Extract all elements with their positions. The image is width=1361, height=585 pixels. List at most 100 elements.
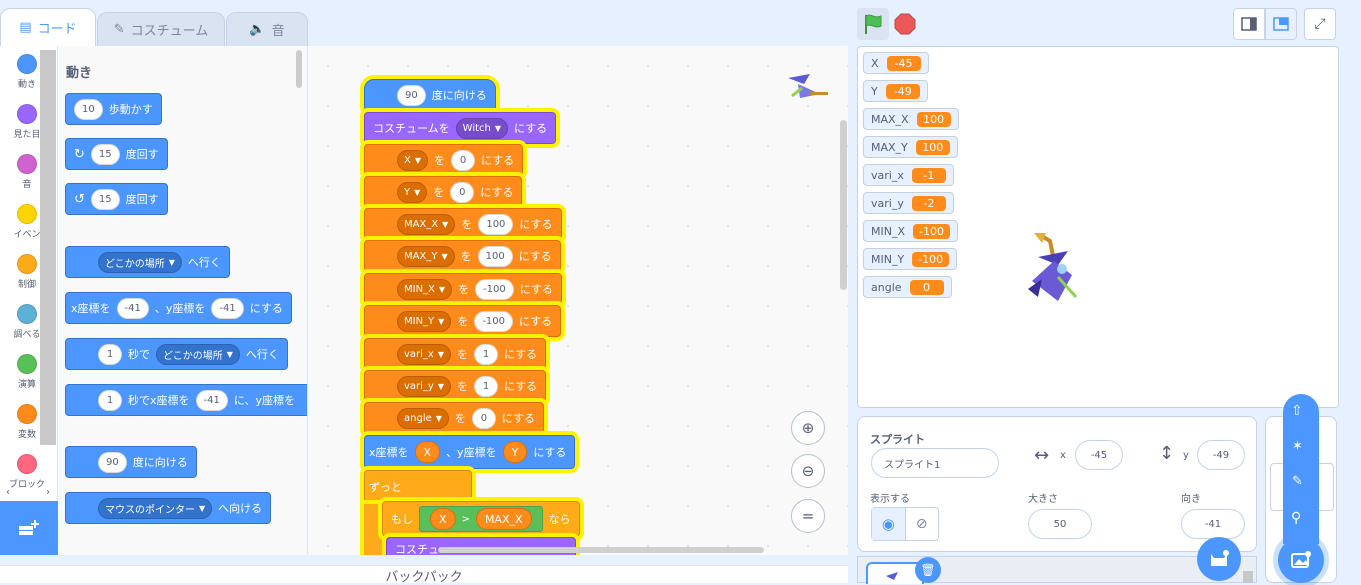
tab-sounds[interactable]: 🔈 音 — [226, 12, 308, 46]
block-point-towards[interactable]: マウスのポインター ▼ へ向ける — [65, 492, 272, 524]
zoom-reset-icon: = — [801, 507, 815, 525]
script-set-var[interactable]: angle ▼ を 0 にする — [364, 402, 545, 434]
sprite-info-heading: スプライト — [870, 433, 925, 446]
normal-stage-icon — [1273, 17, 1289, 31]
add-extension-button[interactable] — [0, 501, 58, 555]
rotate-left-icon: ↺ — [74, 191, 85, 207]
monitor-min-x[interactable]: MIN_X -100 — [863, 220, 958, 242]
script-set-var[interactable]: MAX_Y ▼ を 100 にする — [364, 240, 561, 272]
script-set-var[interactable]: vari_y ▼ を 1 にする — [364, 370, 547, 402]
choose-backdrop-button[interactable] — [1278, 537, 1324, 583]
block-point-direction[interactable]: 90 度に向ける — [65, 446, 197, 478]
brush-icon: ✎ — [113, 22, 125, 37]
script-set-var[interactable]: X ▼ を 0 にする — [364, 144, 524, 176]
block-goto[interactable]: どこかの場所 ▼ へ行く — [65, 246, 230, 278]
monitor-vari-x[interactable]: vari_x -1 — [863, 164, 954, 186]
block-turn-right[interactable]: ↻ 15 度回す — [65, 138, 168, 170]
code-horizontal-scrollbar[interactable] — [438, 547, 764, 553]
script-switch-costume[interactable]: コスチュームを Witch ▼ にする — [364, 112, 557, 144]
search-icon[interactable]: ⚲ — [1291, 510, 1301, 526]
surprise-icon[interactable]: ✶ — [1292, 439, 1303, 454]
category-scrollbar[interactable] — [40, 50, 56, 445]
sprite-list-scrollbar[interactable] — [1243, 571, 1253, 583]
block-goto-xy[interactable]: x座標を -41 、y座標を -41 にする — [65, 292, 292, 324]
tab-costumes[interactable]: ✎ コスチューム — [97, 12, 225, 46]
script-forever[interactable]: ずっと — [364, 470, 472, 504]
small-stage-icon — [1241, 17, 1257, 31]
script-set-var[interactable]: Y ▼ を 0 にする — [364, 176, 523, 208]
extension-icon — [19, 520, 39, 535]
monitor-vari-y[interactable]: vari_y -2 — [863, 192, 954, 214]
script-goto-xy[interactable]: x座標を X 、y座標を Y にする — [364, 435, 576, 469]
zoom-out-button[interactable]: ⊖ — [791, 454, 825, 488]
palette-heading: 動き — [66, 66, 93, 81]
chevron-right-icon: › — [46, 487, 50, 498]
block-move-steps[interactable]: 10 歩動かす — [65, 93, 162, 125]
category-myblocks[interactable]: ブロック — [0, 454, 54, 490]
eye-icon: ◉ — [881, 515, 895, 533]
paint-icon[interactable]: ✎ — [1292, 474, 1303, 489]
script-set-var[interactable]: vari_x ▼ を 1 にする — [364, 338, 547, 370]
chevron-left-icon: ‹ — [6, 487, 10, 498]
sprite-direction-input[interactable]: -41 — [1181, 509, 1245, 539]
monitor-max-x[interactable]: MAX_X 100 — [863, 108, 959, 130]
block-glide-xy[interactable]: 1 秒でx座標を -41 に、y座標を — [65, 384, 307, 416]
horizontal-arrows-icon: ↔ — [1034, 445, 1050, 466]
rotate-right-icon: ↻ — [74, 146, 85, 162]
trash-icon: 🗑 — [920, 563, 936, 577]
hide-button[interactable]: ⊘ — [906, 508, 939, 540]
normal-stage-button[interactable] — [1265, 8, 1297, 40]
sprite-tile-thumbnail-icon — [886, 572, 898, 580]
palette-scrollbar[interactable] — [296, 50, 302, 88]
category-scroll-arrows[interactable]: ‹ › — [0, 487, 56, 501]
speaker-icon: 🔈 — [249, 22, 266, 37]
block-turn-left[interactable]: ↺ 15 度回す — [65, 183, 168, 215]
choose-sprite-button[interactable] — [1197, 537, 1241, 581]
stop-button[interactable] — [894, 13, 916, 35]
show-button[interactable]: ◉ — [872, 508, 906, 540]
fullscreen-icon: ⤢ — [1314, 16, 1326, 32]
tab-code[interactable]: ▤ コード — [0, 8, 96, 46]
script-set-var[interactable]: MIN_Y ▼ を -100 にする — [364, 305, 562, 337]
sprite-x-input[interactable]: -45 — [1075, 440, 1123, 470]
green-flag-button[interactable] — [857, 8, 889, 40]
backdrop-add-icon — [1291, 551, 1311, 568]
eye-off-icon: ⊘ — [915, 516, 928, 532]
delete-sprite-button[interactable]: 🗑 — [915, 557, 941, 583]
block-glide[interactable]: 1 秒で どこかの場所 ▼ へ行く — [65, 338, 288, 370]
script-point-direction[interactable]: 90 度に向ける — [364, 79, 496, 111]
code-icon: ▤ — [19, 20, 32, 35]
code-vertical-scrollbar[interactable] — [840, 120, 847, 290]
script-if[interactable]: もし X > MAX_X なら — [382, 501, 580, 537]
sprite-y-input[interactable]: -49 — [1197, 440, 1245, 470]
show-label: 表示する — [870, 494, 910, 505]
monitor-min-y[interactable]: MIN_Y -100 — [863, 248, 958, 270]
monitor-angle[interactable]: angle 0 — [863, 276, 952, 298]
backpack-header[interactable]: バックパック — [0, 565, 848, 585]
sprite-name-input[interactable]: スプライト1 — [871, 448, 999, 478]
sprite-size-input[interactable]: 50 — [1028, 509, 1092, 539]
code-area[interactable]: 90 度に向ける コスチュームを Witch ▼ にする X ▼ を 0 にする Y ▼ を 0 にする… — [308, 46, 848, 555]
upload-icon[interactable]: ⇧ — [1291, 403, 1303, 419]
block-palette: 動き 10 歩動かす ↻ 15 度回す ↺ 15 度回す どこかの場所 ▼ へ行く x座標を -… — [58, 46, 308, 555]
zoom-reset-button[interactable]: = — [791, 499, 825, 533]
script-set-var[interactable]: MAX_X ▼ を 100 にする — [364, 208, 562, 240]
monitor-x[interactable]: X -45 — [863, 52, 929, 74]
backdrop-menu: ⇧ ✶ ✎ ⚲ — [1283, 394, 1319, 544]
zoom-in-button[interactable]: ⊕ — [791, 411, 825, 445]
monitor-max-y[interactable]: MAX_Y 100 — [863, 136, 958, 158]
script-set-var[interactable]: MIN_X ▼ を -100 にする — [364, 273, 562, 305]
green-flag-icon — [865, 14, 882, 34]
cat-add-icon — [1211, 550, 1229, 566]
vertical-arrows-icon: ↕ — [1159, 443, 1175, 464]
small-stage-button[interactable] — [1233, 8, 1265, 40]
zoom-out-icon: ⊖ — [801, 462, 815, 480]
witch-sprite[interactable] — [1024, 231, 1086, 307]
size-label: 大きさ — [1028, 494, 1058, 505]
editor-tabs: ▤ コード ✎ コスチューム 🔈 音 — [0, 0, 310, 46]
sprite-info-panel: スプライト スプライト1 ↔ x -45 ↕ y -49 表示する ◉ ⊘ 大き… — [857, 416, 1257, 552]
stage[interactable]: X -45 Y -49 MAX_X 100 MAX_Y 100 vari_x -1 var… — [857, 46, 1339, 408]
direction-label: 向き — [1181, 494, 1201, 505]
monitor-y[interactable]: Y -49 — [863, 80, 928, 102]
fullscreen-button[interactable]: ⤢ — [1304, 8, 1336, 40]
